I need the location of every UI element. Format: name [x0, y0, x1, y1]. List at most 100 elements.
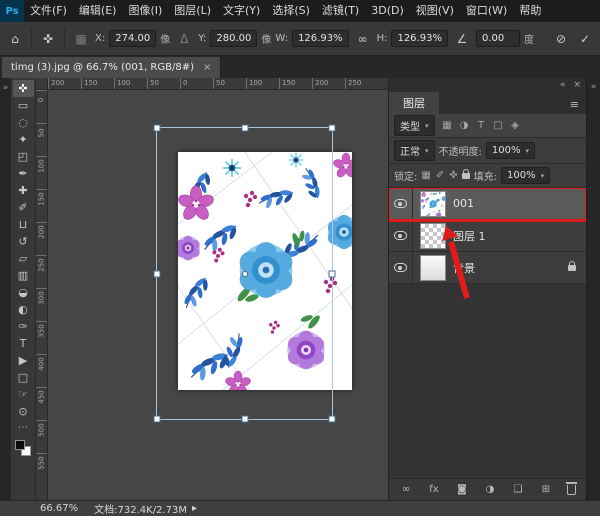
fill-select[interactable]: 100% ▾ [501, 167, 550, 184]
layer-row-background[interactable]: 背景 [389, 252, 586, 284]
dock-collapse-icon[interactable]: « [591, 82, 597, 92]
hand-tool[interactable]: ☞ [13, 386, 34, 403]
pixel-filter-icon[interactable]: ▦ [441, 120, 454, 131]
layer-name[interactable]: 图层 1 [453, 228, 486, 244]
status-chevron-icon[interactable]: ▸ [192, 503, 197, 514]
lock-transparent-pixels-icon[interactable]: ▦ [421, 170, 430, 181]
x-input[interactable]: 274.00 [109, 30, 156, 47]
layer-name[interactable]: 背景 [453, 260, 475, 276]
tab-layers[interactable]: 图层 [389, 92, 439, 114]
app-logo[interactable]: Ps [0, 0, 24, 22]
transform-handle-top-left[interactable] [154, 125, 161, 132]
smart-object-filter-icon[interactable]: ◈ [509, 120, 522, 131]
transform-handle-bottom-right[interactable] [329, 416, 336, 423]
healing-brush-tool[interactable]: ✚ [13, 182, 34, 199]
gradient-tool[interactable]: ▥ [13, 267, 34, 284]
menu-item-6[interactable]: 滤镜(T) [316, 0, 365, 22]
transform-handle-middle-right[interactable] [329, 270, 336, 277]
layer-row-001[interactable]: 001 [389, 188, 586, 220]
commit-transform-icon[interactable]: ✓ [575, 29, 595, 49]
canvas-area[interactable]: 20015010050050100150200250 0501001502002… [36, 78, 388, 500]
layer-effects-icon[interactable]: fx [427, 484, 441, 495]
move-tool[interactable]: ✜ [13, 80, 34, 97]
visibility-toggle[interactable] [389, 220, 413, 251]
type-filter-icon[interactable]: T [475, 120, 488, 131]
toolbar-collapse-icon[interactable]: » [3, 83, 9, 93]
maintain-aspect-ratio-icon[interactable]: ∞ [353, 29, 373, 49]
layer-thumbnail[interactable] [420, 255, 446, 281]
layer-name[interactable]: 001 [453, 197, 474, 210]
close-panel-icon[interactable]: × [573, 80, 581, 90]
collapse-panel-icon[interactable]: « [560, 80, 566, 90]
visibility-toggle[interactable] [389, 188, 413, 219]
shape-filter-icon[interactable]: □ [492, 120, 505, 131]
home-icon[interactable]: ⌂ [5, 29, 25, 49]
document-tab[interactable]: timg (3).jpg @ 66.7% (001, RGB/8#) × [2, 57, 221, 78]
transform-handle-bottom-left[interactable] [154, 416, 161, 423]
ruler-corner[interactable] [36, 78, 48, 90]
transform-handle-top-middle[interactable] [241, 125, 248, 132]
delete-layer-icon[interactable] [567, 485, 576, 495]
relative-position-icon[interactable]: Δ [174, 29, 194, 49]
close-document-icon[interactable]: × [203, 62, 211, 73]
y-input[interactable]: 280.00 [210, 30, 257, 47]
menu-item-8[interactable]: 视图(V) [410, 0, 460, 22]
lock-image-pixels-icon[interactable]: ✐ [436, 170, 444, 181]
menu-item-1[interactable]: 编辑(E) [73, 0, 123, 22]
lasso-tool[interactable]: ◌ [13, 114, 34, 131]
angle-input[interactable]: 0.00 [476, 30, 520, 47]
transform-handle-bottom-middle[interactable] [241, 416, 248, 423]
layer-mask-icon[interactable]: ◙ [455, 484, 469, 495]
quick-selection-tool[interactable]: ✦ [13, 131, 34, 148]
filter-type-select[interactable]: 类型 ▾ [394, 115, 435, 136]
height-input[interactable]: 126.93% [391, 30, 448, 47]
new-layer-icon[interactable]: ⊞ [539, 484, 553, 495]
cancel-transform-icon[interactable]: ⊘ [551, 29, 571, 49]
path-selection-tool[interactable]: ▶ [13, 352, 34, 369]
layer-thumbnail[interactable] [420, 223, 446, 249]
move-tool-option-icon[interactable]: ✜ [38, 29, 58, 49]
adjustment-layer-icon[interactable]: ◑ [483, 484, 497, 495]
type-tool[interactable]: T [13, 335, 34, 352]
marquee-tool[interactable]: ▭ [13, 97, 34, 114]
new-group-icon[interactable]: ❏ [511, 484, 525, 495]
foreground-color-swatch[interactable] [15, 440, 25, 450]
blend-mode-select[interactable]: 正常 ▾ [394, 140, 435, 161]
crop-tool[interactable]: ◰ [13, 148, 34, 165]
menu-item-4[interactable]: 文字(Y) [217, 0, 266, 22]
brush-tool[interactable]: ✐ [13, 199, 34, 216]
blur-tool[interactable]: ◒ [13, 284, 34, 301]
dodge-tool[interactable]: ◐ [13, 301, 34, 318]
menu-item-5[interactable]: 选择(S) [266, 0, 316, 22]
transform-handle-top-right[interactable] [329, 125, 336, 132]
layer-row-layer1[interactable]: 图层 1 [389, 220, 586, 252]
visibility-toggle[interactable] [389, 252, 413, 283]
clone-stamp-tool[interactable]: ⊔ [13, 216, 34, 233]
layer-thumbnail[interactable] [420, 191, 446, 217]
menu-item-10[interactable]: 帮助 [513, 0, 547, 22]
history-brush-tool[interactable]: ↺ [13, 233, 34, 250]
panel-menu-icon[interactable]: ≡ [563, 98, 586, 114]
opacity-select[interactable]: 100% ▾ [486, 142, 535, 159]
transform-reference-point[interactable] [242, 271, 248, 277]
color-swatches[interactable] [15, 440, 31, 456]
menu-item-7[interactable]: 3D(D) [365, 0, 410, 22]
zoom-level[interactable]: 66.67% [40, 503, 78, 514]
document-image[interactable] [178, 152, 352, 390]
rectangle-tool[interactable]: □ [13, 369, 34, 386]
adjustment-filter-icon[interactable]: ◑ [458, 120, 471, 131]
eraser-tool[interactable]: ▱ [13, 250, 34, 267]
pen-tool[interactable]: ✑ [13, 318, 34, 335]
zoom-tool[interactable]: ⊙ [13, 403, 34, 420]
eyedropper-tool[interactable]: ✒ [13, 165, 34, 182]
width-input[interactable]: 126.93% [292, 30, 349, 47]
menu-item-3[interactable]: 图层(L) [168, 0, 217, 22]
lock-all-icon[interactable] [462, 173, 470, 179]
edit-toolbar-icon[interactable]: ⋯ [18, 422, 28, 433]
menu-item-9[interactable]: 窗口(W) [460, 0, 513, 22]
lock-position-icon[interactable]: ✜ [449, 170, 457, 181]
menu-item-0[interactable]: 文件(F) [24, 0, 73, 22]
menu-item-2[interactable]: 图像(I) [122, 0, 168, 22]
transform-handle-middle-left[interactable] [154, 270, 161, 277]
link-layers-icon[interactable]: ∞ [399, 484, 413, 495]
